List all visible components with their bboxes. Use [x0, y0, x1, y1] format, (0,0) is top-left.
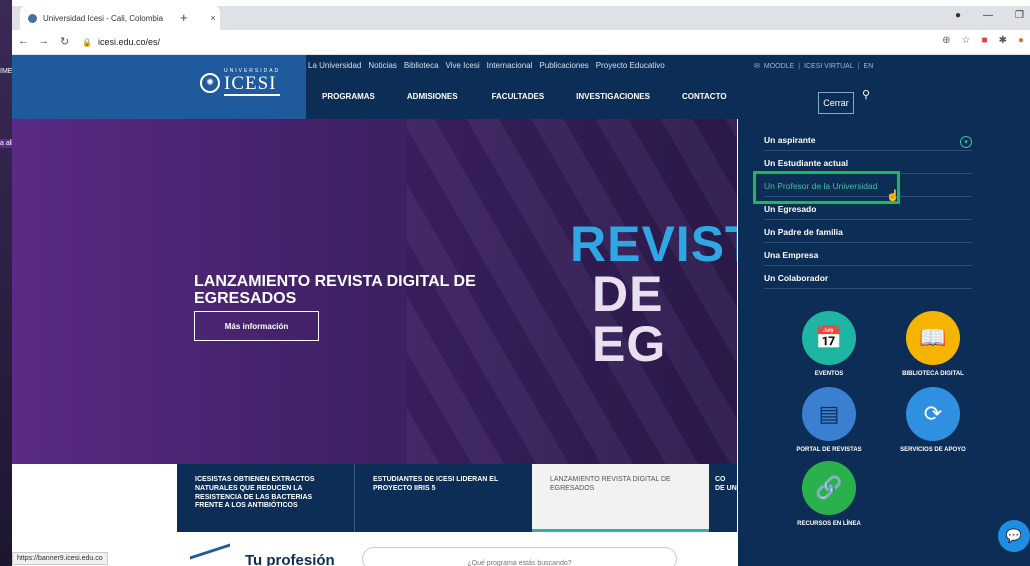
search-icon[interactable]: ⚲: [862, 88, 870, 101]
role-label: Un Colaborador: [764, 272, 829, 283]
book-icon: 📖: [906, 311, 960, 365]
close-tab-icon[interactable]: ×: [206, 13, 220, 23]
calendar-icon: 📅: [802, 311, 856, 365]
news-strip: ICESISTAS OBTIENEN EXTRACTOS NATURALES Q…: [177, 464, 737, 532]
divider: |: [798, 62, 801, 70]
nav-contacto[interactable]: CONTACTO: [682, 92, 727, 101]
section-title: Tu profesión: [245, 552, 335, 566]
journal-icon: ▤: [802, 387, 856, 441]
quick-biblioteca[interactable]: 📖 BIBLIOTECA DIGITAL: [878, 311, 988, 377]
quick-label: PORTAL DE REVISTAS: [796, 447, 862, 453]
star-icon[interactable]: ☆: [962, 35, 971, 46]
nav-admisiones[interactable]: ADMISIONES: [407, 92, 458, 101]
support-24h-icon: ⟳: [906, 387, 960, 441]
favicon-icon: [28, 13, 37, 23]
hero-banner[interactable]: REVIST DE EG LANZAMIENTO REVISTA DIGITAL…: [12, 119, 737, 464]
browser-window: Universidad Icesi - Cali, Colombia × + ●…: [12, 0, 1030, 566]
address-bar[interactable]: 🔒 icesi.edu.co/es/: [82, 34, 922, 50]
role-label: Un Estudiante actual: [764, 157, 849, 168]
icesi-virtual-link[interactable]: ICESI VIRTUAL: [804, 63, 854, 70]
desktop-label: a ali: [0, 139, 13, 148]
chat-bubble-icon[interactable]: 💬: [998, 520, 1030, 552]
puzzle-icon[interactable]: ✱: [999, 35, 1007, 46]
quick-label: RECURSOS EN LÍNEA: [797, 521, 861, 527]
url-text: icesi.edu.co/es/: [97, 37, 161, 47]
top-link[interactable]: Proyecto Educativo: [596, 61, 665, 70]
utility-links: ✉ MOODLE | ICESI VIRTUAL | EN: [754, 62, 874, 71]
link-icon: 🔗: [802, 461, 856, 515]
quick-revistas[interactable]: ▤ PORTAL DE REVISTAS: [774, 387, 884, 453]
lock-icon: 🔒: [82, 37, 92, 47]
tab-bar: Universidad Icesi - Cali, Colombia × + ●…: [12, 6, 1030, 30]
maximize-icon[interactable]: ❐: [1015, 10, 1024, 21]
avatar-icon[interactable]: ●: [1018, 35, 1024, 46]
top-link[interactable]: Noticias: [368, 61, 396, 70]
quick-label: SERVICIOS DE APOYO: [900, 447, 966, 453]
top-link[interactable]: Biblioteca: [404, 61, 439, 70]
quick-eventos[interactable]: 📅 EVENTOS: [774, 311, 884, 377]
news-card[interactable]: CO DE UN: [709, 464, 737, 532]
top-link[interactable]: Publicaciones: [539, 61, 588, 70]
nav-investigaciones[interactable]: INVESTIGACIONES: [576, 92, 650, 101]
site-header: ✺ UNIVERSIDAD ICESI La Universidad Notic…: [12, 55, 1030, 119]
extension-icons: ⊕ ☆ ■ ✱ ●: [942, 35, 1024, 46]
logo-underline: [224, 94, 281, 96]
news-card[interactable]: ESTUDIANTES DE ICESI LIDERAN EL PROYECTO…: [355, 464, 532, 532]
more-info-button[interactable]: Más información: [194, 311, 319, 341]
role-label: Un Padre de familia: [764, 226, 843, 237]
mail-icon[interactable]: ✉: [754, 62, 760, 70]
hero-bg-text: DE EG: [592, 266, 667, 372]
top-link[interactable]: Internacional: [487, 61, 533, 70]
profile-icon[interactable]: ●: [955, 10, 961, 21]
extension-icon[interactable]: ■: [982, 35, 988, 46]
hero-title: LANZAMIENTO REVISTA DIGITAL DE EGRESADOS: [194, 273, 476, 307]
divider: |: [857, 62, 860, 70]
close-menu-button[interactable]: Cerrar: [818, 92, 854, 114]
top-links: La Universidad Noticias Biblioteca Vive …: [308, 61, 665, 70]
quick-servicios[interactable]: ⟳ SERVICIOS DE APOYO: [878, 387, 988, 453]
role-aspirante[interactable]: Un aspirante: [764, 129, 972, 151]
moodle-link[interactable]: MOODLE: [764, 63, 794, 70]
back-icon[interactable]: ←: [18, 35, 29, 47]
logo-name: ICESI: [224, 73, 277, 94]
browser-toolbar: ← → ↻ 🔒 icesi.edu.co/es/ ⊕ ☆ ■ ✱ ●: [12, 30, 1030, 55]
language-link[interactable]: EN: [864, 63, 874, 70]
new-tab-button[interactable]: +: [180, 10, 188, 25]
role-padre[interactable]: Un Padre de familia: [764, 221, 972, 243]
desktop-label: IME: [0, 68, 13, 75]
icesi-logo[interactable]: ✺ UNIVERSIDAD ICESI: [200, 69, 281, 96]
main-nav: PROGRAMAS ADMISIONES FACULTADES INVESTIG…: [308, 92, 727, 101]
news-card[interactable]: ICESISTAS OBTIENEN EXTRACTOS NATURALES Q…: [177, 464, 355, 532]
chevron-down-icon[interactable]: ▾: [960, 136, 972, 148]
role-label: Un Egresado: [764, 203, 817, 214]
role-colaborador[interactable]: Un Colaborador: [764, 267, 972, 289]
top-link[interactable]: La Universidad: [308, 61, 361, 70]
mouse-cursor-icon: ☝: [886, 190, 900, 202]
minimize-icon[interactable]: —: [983, 10, 993, 21]
nav-facultades[interactable]: FACULTADES: [492, 92, 545, 101]
highlight-box: [753, 171, 900, 204]
program-search-input[interactable]: ¿Qué programa estás buscando?: [362, 547, 677, 566]
forward-icon[interactable]: →: [38, 35, 49, 47]
browser-tab[interactable]: Universidad Icesi - Cali, Colombia ×: [20, 6, 220, 30]
role-empresa[interactable]: Una Empresa: [764, 244, 972, 266]
status-url: https://banner9.icesi.edu.co: [12, 552, 108, 565]
role-label: Un aspirante: [764, 134, 816, 145]
zoom-icon[interactable]: ⊕: [942, 35, 950, 46]
news-card-active[interactable]: LANZAMIENTO REVISTA DIGITAL DE EGRESADOS: [532, 464, 709, 532]
quick-recursos[interactable]: 🔗 RECURSOS EN LÍNEA: [774, 461, 884, 527]
reload-icon[interactable]: ↻: [60, 35, 69, 48]
nav-programas[interactable]: PROGRAMAS: [322, 92, 375, 101]
top-link[interactable]: Vive Icesi: [446, 61, 480, 70]
logo-seal-icon: ✺: [200, 72, 220, 93]
quick-label: EVENTOS: [814, 371, 844, 377]
window-controls: ● — ❐: [955, 10, 1024, 21]
hero-bg-text: REVIST: [570, 216, 737, 272]
role-label: Una Empresa: [764, 249, 819, 260]
quick-label: BIBLIOTECA DIGITAL: [902, 371, 964, 377]
